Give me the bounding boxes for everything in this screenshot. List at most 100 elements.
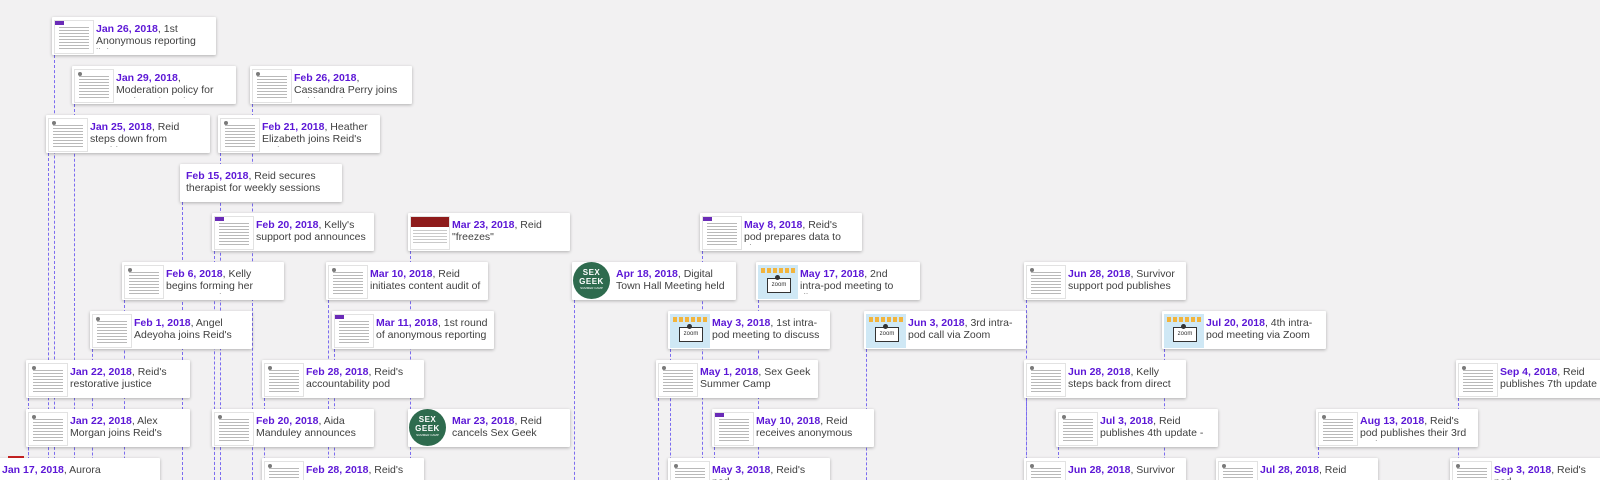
timeline-event-card[interactable]: Jun 28, 2018, Survivor: [1024, 458, 1186, 480]
timeline-event-card[interactable]: zoom Jul 20, 2018, 4th intra-pod meeting …: [1162, 311, 1326, 349]
event-text: Jul 20, 2018, 4th intra-pod meeting via …: [1206, 317, 1320, 343]
event-description: , Survivor: [1130, 464, 1175, 476]
event-date: Feb 28, 2018: [306, 464, 369, 476]
timeline-event-card[interactable]: Feb 20, 2018, Kelly's support pod announ…: [212, 213, 374, 251]
event-text: Jan 25, 2018, Reid steps down from teach…: [90, 121, 204, 147]
event-date: Feb 26, 2018: [294, 72, 357, 84]
timeline-event-card[interactable]: Feb 15, 2018, Reid secures therapist for…: [180, 164, 342, 202]
document-thumbnail-icon: [214, 216, 254, 250]
event-text: Jul 28, 2018, Reid: [1260, 464, 1372, 480]
timeline-event-card[interactable]: May 10, 2018, Reid receives anonymous: [712, 409, 874, 447]
document-thumbnail-icon: [1218, 461, 1258, 480]
document-thumbnail-icon: [54, 20, 94, 54]
document-thumbnail-icon: [1452, 461, 1492, 480]
timeline-event-card[interactable]: May 3, 2018, Reid's pod: [668, 458, 830, 480]
timeline-event-card[interactable]: Jan 17, 2018, Aurora: [0, 458, 160, 480]
timeline-event-card[interactable]: Mar 11, 2018, 1st round of anonymous rep…: [332, 311, 494, 349]
event-text: May 10, 2018, Reid receives anonymous: [756, 415, 868, 441]
timeline-event-card[interactable]: Jan 22, 2018, Reid's restorative justice…: [26, 360, 190, 398]
document-thumbnail-icon: [334, 314, 374, 348]
event-description: , Reid's: [368, 464, 404, 476]
event-date: Apr 18, 2018: [616, 268, 678, 280]
document-thumbnail-icon: [1026, 363, 1066, 397]
document-thumbnail-icon: [252, 69, 292, 103]
document-thumbnail-icon: [1026, 461, 1066, 480]
timeline-connector-line: [658, 398, 659, 480]
timeline-event-card[interactable]: SEX GEEK SUMMER CAMP Mar 23, 2018, Reid ca…: [408, 409, 570, 447]
webcam-icon: [883, 324, 888, 329]
event-date: Feb 21, 2018: [262, 121, 325, 133]
event-date: May 17, 2018: [800, 268, 865, 280]
timeline-event-card[interactable]: Jan 25, 2018, Reid steps down from teach…: [46, 115, 210, 153]
event-date: Jun 28, 2018: [1068, 464, 1131, 476]
timeline-event-card[interactable]: Sep 4, 2018, Reid publishes 7th update: [1456, 360, 1600, 398]
event-date: Jun 28, 2018: [1068, 366, 1131, 378]
event-date: Feb 1, 2018: [134, 317, 191, 329]
event-date: Jan 25, 2018: [90, 121, 152, 133]
logo-subtitle: SUMMER CAMP: [416, 433, 439, 437]
timeline-event-card[interactable]: May 8, 2018, Reid's pod prepares data to…: [700, 213, 862, 251]
event-text: Jul 3, 2018, Reid publishes 4th update -: [1100, 415, 1212, 441]
event-date: Jan 29, 2018: [116, 72, 178, 84]
event-text: Apr 18, 2018, Digital Town Hall Meeting …: [616, 268, 730, 294]
timeline-event-card[interactable]: Aug 13, 2018, Reid's pod publishes their…: [1316, 409, 1478, 447]
timeline-event-card[interactable]: Feb 21, 2018, Heather Elizabeth joins Re…: [218, 115, 380, 153]
timeline-event-card[interactable]: Sep 3, 2018, Reid's pod: [1450, 458, 1600, 480]
timeline-event-card[interactable]: SEX GEEK SUMMER CAMP Apr 18, 2018, Digital…: [572, 262, 736, 300]
event-text: Aug 13, 2018, Reid's pod publishes their…: [1360, 415, 1472, 441]
document-thumbnail-icon: [48, 118, 88, 152]
event-date: May 3, 2018: [712, 464, 771, 476]
event-text: Mar 23, 2018, Reid "freezes": [452, 219, 564, 245]
timeline-event-card[interactable]: Feb 20, 2018, Aida Manduley announces: [212, 409, 374, 447]
event-text: Feb 28, 2018, Reid's: [306, 464, 418, 480]
timeline-event-card[interactable]: Feb 28, 2018, Reid's accountability pod: [262, 360, 424, 398]
timeline-connector-line: [214, 447, 215, 480]
timeline-event-card[interactable]: Jul 3, 2018, Reid publishes 4th update -: [1056, 409, 1218, 447]
document-thumbnail-icon: [1058, 412, 1098, 446]
event-text: Jan 26, 2018, 1st Anonymous reporting li…: [96, 23, 210, 49]
document-thumbnail-icon: [28, 412, 68, 446]
event-text: Mar 10, 2018, Reid initiates content aud…: [370, 268, 482, 294]
zoom-label: zoom: [767, 278, 791, 293]
timeline-event-card[interactable]: Jun 28, 2018, Kelly steps back from dire…: [1024, 360, 1186, 398]
timeline-event-card[interactable]: May 1, 2018, Sex Geek Summer Camp: [656, 360, 818, 398]
timeline-event-card[interactable]: Jan 26, 2018, 1st Anonymous reporting li…: [52, 17, 216, 55]
document-thumbnail-icon: [702, 216, 742, 250]
timeline-event-card[interactable]: zoom Jun 3, 2018, 3rd intra-pod call via …: [864, 311, 1026, 349]
event-text: Mar 23, 2018, Reid cancels Sex Geek: [452, 415, 564, 441]
event-date: Jan 22, 2018: [70, 366, 132, 378]
timeline-event-card[interactable]: zoom May 3, 2018, 1st intra-pod meeting t…: [668, 311, 830, 349]
event-date: Aug 13, 2018: [1360, 415, 1425, 427]
timeline-event-card[interactable]: zoom May 17, 2018, 2nd intra-pod meeting …: [756, 262, 920, 300]
event-date: Mar 11, 2018: [376, 317, 438, 329]
document-thumbnail-icon: [124, 265, 164, 299]
timeline-event-card[interactable]: Jun 28, 2018, Survivor support pod publi…: [1024, 262, 1186, 300]
timeline-event-card[interactable]: Mar 23, 2018, Reid "freezes": [408, 213, 570, 251]
event-description: , Aurora: [63, 464, 101, 476]
event-text: May 3, 2018, Reid's pod: [712, 464, 824, 480]
event-date: Mar 23, 2018: [452, 219, 515, 231]
timeline-event-card[interactable]: Feb 1, 2018, Angel Adeyoha joins Reid's: [90, 311, 252, 349]
timeline-event-card[interactable]: Mar 10, 2018, Reid initiates content aud…: [326, 262, 488, 300]
zoom-label: zoom: [679, 327, 703, 342]
event-date: Feb 20, 2018: [256, 219, 319, 231]
timeline-event-card[interactable]: Feb 28, 2018, Reid's: [262, 458, 424, 480]
timeline-event-card[interactable]: Feb 6, 2018, Kelly begins forming her su…: [122, 262, 284, 300]
zoom-thumbnail-icon: zoom: [758, 265, 798, 299]
event-text: Mar 11, 2018, 1st round of anonymous rep…: [376, 317, 488, 343]
event-text: May 3, 2018, 1st intra-pod meeting to di…: [712, 317, 824, 343]
timeline-event-card[interactable]: Jan 22, 2018, Alex Morgan joins Reid's: [26, 409, 190, 447]
timeline-event-card[interactable]: Jan 29, 2018, Moderation policy for apol…: [72, 66, 236, 104]
event-description: , Reid: [1318, 464, 1347, 476]
document-thumbnail-icon: [658, 363, 698, 397]
timeline-event-card[interactable]: Feb 26, 2018, Cassandra Perry joins Reid…: [250, 66, 412, 104]
logo-title: SEX GEEK: [579, 268, 604, 286]
zoom-thumbnail-icon: zoom: [866, 314, 906, 348]
document-thumbnail-icon: [1318, 412, 1358, 446]
event-text: Jun 28, 2018, Survivor: [1068, 464, 1180, 480]
event-text: Jan 22, 2018, Reid's restorative justice…: [70, 366, 184, 392]
timeline-event-card[interactable]: Jul 28, 2018, Reid: [1216, 458, 1378, 480]
event-text: Feb 28, 2018, Reid's accountability pod: [306, 366, 418, 392]
document-thumbnail-icon: [714, 412, 754, 446]
timeline[interactable]: Jan 26, 2018, 1st Anonymous reporting li…: [0, 0, 1600, 480]
